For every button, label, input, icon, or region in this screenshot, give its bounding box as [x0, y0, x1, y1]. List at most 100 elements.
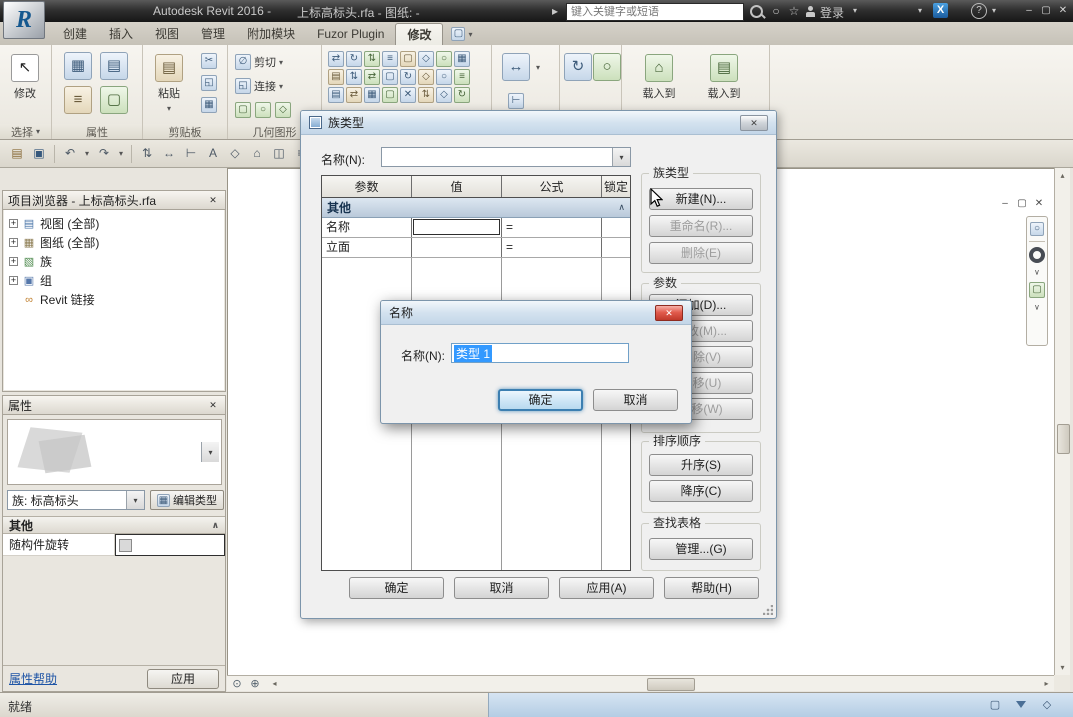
tab-fuzor-plugin[interactable]: Fuzor Plugin	[306, 23, 395, 45]
delete-type-button[interactable]: 删除(E)	[649, 242, 753, 264]
modify-tool-icon[interactable]	[418, 51, 434, 67]
text-icon[interactable]	[203, 144, 223, 164]
name-input[interactable]: 类型 1	[451, 343, 629, 363]
default-3d-view-icon[interactable]	[247, 144, 267, 164]
scroll-down-icon[interactable]	[1055, 660, 1070, 675]
modify-tool-icon[interactable]	[328, 69, 344, 85]
communication-center-icon[interactable]	[768, 3, 784, 19]
modify-tool-icon[interactable]	[436, 69, 452, 85]
favorites-star-icon[interactable]	[786, 3, 802, 19]
dialog-resize-grip[interactable]	[763, 605, 773, 615]
help-button[interactable]: 帮助(H)	[664, 577, 759, 599]
name-ok-button[interactable]: 确定	[498, 389, 583, 411]
user-icon[interactable]	[806, 6, 816, 17]
scroll-left-icon[interactable]	[267, 676, 282, 691]
rotate-with-component-checkbox[interactable]	[119, 539, 132, 552]
collapse-icon[interactable]	[212, 520, 219, 531]
apply-button[interactable]: 应用	[147, 669, 219, 689]
full-navigation-wheel-icon[interactable]	[1030, 222, 1044, 236]
measure-icon[interactable]	[159, 144, 179, 164]
window-close-icon[interactable]	[1055, 2, 1071, 19]
tag-icon[interactable]	[225, 144, 245, 164]
modify-tool-icon[interactable]	[454, 87, 470, 103]
join-geometry-button[interactable]: 连接	[235, 78, 283, 94]
zoom-caret-icon[interactable]	[1034, 303, 1040, 312]
type-name-combo[interactable]	[381, 147, 631, 167]
view-minimize-icon[interactable]	[997, 197, 1013, 211]
formula-cell[interactable]: =	[502, 238, 602, 257]
modify-tool-icon[interactable]	[436, 87, 452, 103]
tab-manage[interactable]: 管理	[190, 23, 236, 45]
vertical-scroll-thumb[interactable]	[1057, 424, 1070, 454]
modify-tool-icon[interactable]	[346, 51, 362, 67]
scroll-up-icon[interactable]	[1055, 168, 1070, 183]
modify-tool-icon[interactable]	[400, 51, 416, 67]
name-value-input[interactable]	[413, 219, 500, 235]
ribbon-display-toggle[interactable]	[451, 23, 472, 45]
modify-tool-icon[interactable]	[364, 51, 380, 67]
properties-help-link[interactable]: 属性帮助	[9, 670, 57, 687]
tab-view[interactable]: 视图	[144, 23, 190, 45]
panel-label-clipboard[interactable]: 剪贴板	[143, 124, 227, 139]
new-type-button[interactable]: 新建(N)...	[649, 188, 753, 210]
family-types-dialog-titlebar[interactable]: 族类型	[301, 111, 776, 135]
vertical-scrollbar[interactable]	[1054, 168, 1070, 675]
modify-tool-icon[interactable]	[382, 69, 398, 85]
modify-tool-icon[interactable]	[364, 69, 380, 85]
application-menu-button[interactable]: R	[3, 1, 45, 39]
sign-in-button[interactable]: 登录	[820, 4, 844, 21]
tab-insert[interactable]: 插入	[98, 23, 144, 45]
tree-item-families[interactable]: 族	[6, 252, 222, 271]
geometry-tool-icon[interactable]	[275, 102, 291, 118]
undo-icon[interactable]	[60, 144, 80, 164]
tree-item-groups[interactable]: 组	[6, 271, 222, 290]
tab-create[interactable]: 创建	[52, 23, 98, 45]
modify-tool-icon[interactable]	[454, 51, 470, 67]
match-type-icon[interactable]	[201, 97, 217, 113]
group-collapse-icon[interactable]	[618, 202, 625, 213]
view-restore-icon[interactable]	[1014, 197, 1030, 211]
sort-ascending-button[interactable]: 升序(S)	[649, 454, 753, 476]
filter-icon[interactable]	[1013, 697, 1029, 713]
modify-tool-icon[interactable]	[454, 69, 470, 85]
help-icon[interactable]	[971, 3, 987, 19]
steering-wheel-icon[interactable]	[229, 677, 245, 691]
table-row-name[interactable]: 名称 =	[322, 218, 630, 238]
expand-icon[interactable]	[9, 257, 18, 266]
name-cancel-button[interactable]: 取消	[593, 389, 678, 411]
modify-tool-icon[interactable]	[328, 51, 344, 67]
modify-tool-icon[interactable]	[346, 87, 362, 103]
modify-tool-icon[interactable]	[418, 69, 434, 85]
table-group-other[interactable]: 其他	[322, 198, 630, 218]
sort-descending-button[interactable]: 降序(C)	[649, 480, 753, 502]
family-types-close-button[interactable]	[740, 115, 768, 131]
redo-caret-icon[interactable]	[116, 144, 126, 164]
project-browser-close-icon[interactable]	[206, 195, 220, 206]
expand-icon[interactable]	[9, 276, 18, 285]
sync-icon[interactable]	[137, 144, 157, 164]
modify-tool-icon[interactable]	[328, 87, 344, 103]
geometry-tool-icon[interactable]	[255, 102, 271, 118]
type-selector-caret-icon[interactable]	[201, 442, 219, 462]
horizontal-scrollbar[interactable]	[227, 675, 1054, 691]
ok-button[interactable]: 确定	[349, 577, 444, 599]
aligned-dimension-icon[interactable]	[508, 93, 524, 109]
properties-close-icon[interactable]	[206, 400, 220, 411]
modify-tool-icon[interactable]	[382, 87, 398, 103]
help-caret-icon[interactable]	[989, 3, 999, 19]
cancel-button[interactable]: 取消	[454, 577, 549, 599]
measure-caret-icon[interactable]	[536, 63, 540, 72]
rename-type-button[interactable]: 重命名(R)...	[649, 215, 753, 237]
panel-label-properties[interactable]: 属性	[52, 124, 142, 139]
value-cell[interactable]	[412, 238, 502, 257]
design-options-icon[interactable]	[987, 697, 1003, 713]
family-category-icon[interactable]	[100, 52, 128, 80]
infocenter-search-input[interactable]	[567, 4, 743, 20]
properties-filter-combo[interactable]: 族: 标高标头	[7, 490, 145, 510]
aligned-dimension-icon[interactable]	[181, 144, 201, 164]
modify-tool-icon[interactable]	[364, 87, 380, 103]
modify-tool-icon[interactable]	[436, 51, 452, 67]
modify-tool-icon[interactable]	[400, 87, 416, 103]
lock-cell[interactable]	[602, 238, 630, 257]
modify-tool-icon[interactable]	[382, 51, 398, 67]
